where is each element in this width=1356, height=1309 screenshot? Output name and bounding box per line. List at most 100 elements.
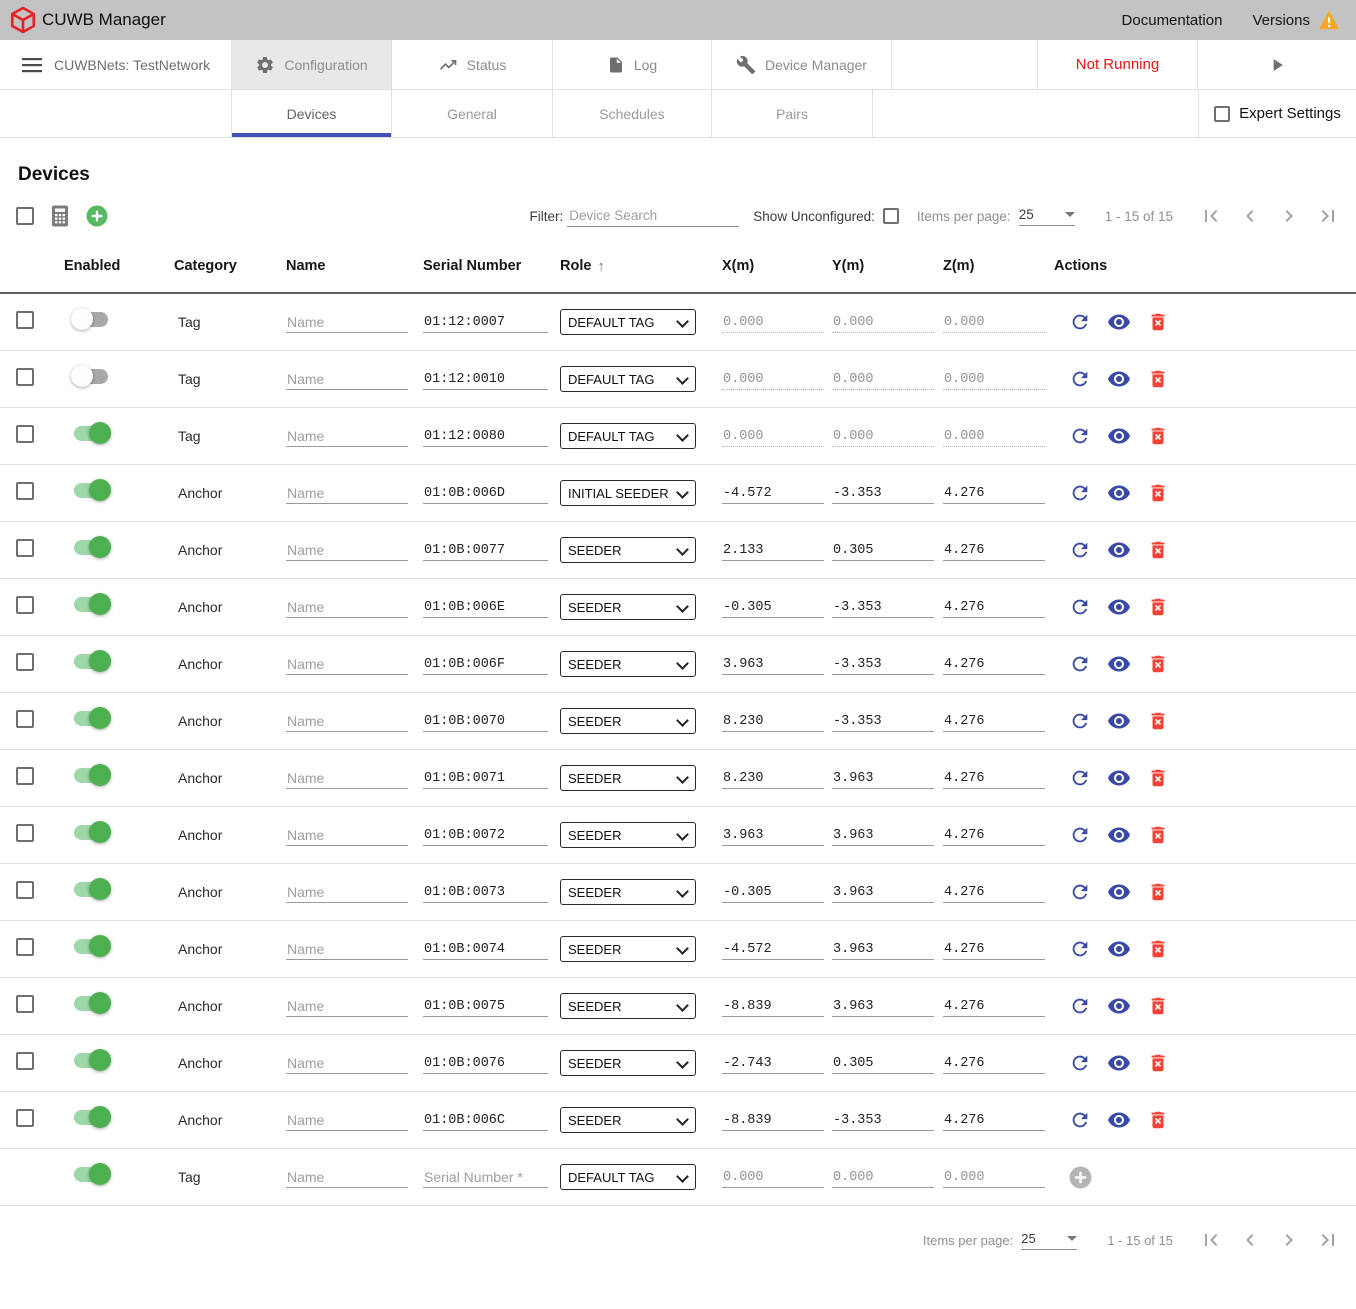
serial-input[interactable] [423, 370, 548, 390]
previous-page-button[interactable] [1238, 204, 1262, 228]
y-input[interactable] [832, 940, 934, 960]
x-input[interactable] [722, 1111, 824, 1131]
serial-input[interactable] [423, 826, 548, 846]
visibility-button[interactable] [1107, 538, 1131, 562]
z-input[interactable] [943, 484, 1045, 504]
tab-log[interactable]: Log [553, 40, 712, 89]
name-input[interactable] [286, 711, 408, 732]
row-checkbox[interactable] [16, 653, 34, 671]
z-input[interactable] [943, 541, 1045, 561]
serial-input[interactable] [423, 940, 548, 960]
name-input[interactable] [286, 654, 408, 675]
subtab-general[interactable]: General [392, 90, 553, 137]
name-input[interactable] [286, 825, 408, 846]
enabled-toggle[interactable] [74, 540, 108, 555]
enabled-toggle[interactable] [74, 369, 108, 384]
start-network-button[interactable] [1198, 40, 1356, 89]
role-select[interactable]: INITIAL SEEDER [560, 480, 696, 506]
delete-button[interactable] [1146, 1051, 1170, 1075]
delete-button[interactable] [1146, 994, 1170, 1018]
previous-page-button[interactable] [1238, 1228, 1262, 1252]
visibility-button[interactable] [1107, 310, 1131, 334]
y-input[interactable] [832, 655, 934, 675]
role-select[interactable]: DEFAULT TAG [560, 366, 696, 392]
confirm-add-button[interactable] [1068, 1165, 1092, 1189]
z-input[interactable] [943, 769, 1045, 789]
subtab-devices[interactable]: Devices [232, 90, 392, 137]
row-checkbox[interactable] [16, 710, 34, 728]
row-checkbox[interactable] [16, 767, 34, 785]
z-input[interactable] [943, 655, 1045, 675]
role-select[interactable]: SEEDER [560, 651, 696, 677]
y-input[interactable] [832, 712, 934, 732]
visibility-button[interactable] [1107, 709, 1131, 733]
name-input[interactable] [286, 597, 408, 618]
first-page-button[interactable] [1199, 204, 1223, 228]
row-checkbox[interactable] [16, 539, 34, 557]
row-checkbox[interactable] [16, 596, 34, 614]
enabled-toggle[interactable] [74, 882, 108, 897]
name-input[interactable] [286, 540, 408, 561]
z-input[interactable] [943, 826, 1045, 846]
delete-button[interactable] [1146, 595, 1170, 619]
visibility-button[interactable] [1107, 937, 1131, 961]
tab-device-manager[interactable]: Device Manager [712, 40, 892, 89]
x-input[interactable] [722, 1054, 824, 1074]
enabled-toggle[interactable] [74, 996, 108, 1011]
row-checkbox[interactable] [16, 482, 34, 500]
x-input[interactable] [722, 997, 824, 1017]
role-select[interactable]: SEEDER [560, 765, 696, 791]
visibility-button[interactable] [1107, 367, 1131, 391]
device-search-input[interactable] [567, 205, 739, 227]
enabled-toggle[interactable] [74, 654, 108, 669]
x-input[interactable] [722, 655, 824, 675]
role-select[interactable]: SEEDER [560, 708, 696, 734]
role-select[interactable]: SEEDER [560, 936, 696, 962]
items-per-page-select[interactable]: 25 [1021, 1231, 1077, 1250]
serial-input[interactable] [423, 997, 548, 1017]
y-input[interactable] [832, 997, 934, 1017]
next-page-button[interactable] [1277, 1228, 1301, 1252]
show-unconfigured-checkbox[interactable] [883, 208, 899, 224]
z-input[interactable] [943, 598, 1045, 618]
serial-input[interactable] [423, 427, 548, 447]
documentation-link[interactable]: Documentation [1122, 12, 1223, 29]
enabled-toggle[interactable] [74, 825, 108, 840]
serial-input[interactable] [423, 655, 548, 675]
role-select[interactable]: SEEDER [560, 1107, 696, 1133]
last-page-button[interactable] [1316, 204, 1340, 228]
subtab-schedules[interactable]: Schedules [553, 90, 712, 137]
row-checkbox[interactable] [16, 1109, 34, 1127]
y-input[interactable] [832, 1054, 934, 1074]
first-page-button[interactable] [1199, 1228, 1223, 1252]
refresh-button[interactable] [1068, 538, 1092, 562]
name-input[interactable] [286, 369, 408, 390]
x-input[interactable] [722, 712, 824, 732]
y-input[interactable] [832, 769, 934, 789]
tab-status[interactable]: Status [392, 40, 553, 89]
name-input[interactable] [286, 1110, 408, 1131]
row-checkbox[interactable] [16, 938, 34, 956]
network-selector[interactable]: CUWBNets: TestNetwork [0, 40, 232, 89]
enabled-toggle[interactable] [74, 1053, 108, 1068]
last-page-button[interactable] [1316, 1228, 1340, 1252]
delete-button[interactable] [1146, 538, 1170, 562]
visibility-button[interactable] [1107, 595, 1131, 619]
serial-input[interactable] [423, 1111, 548, 1131]
z-input[interactable] [943, 997, 1045, 1017]
visibility-button[interactable] [1107, 652, 1131, 676]
refresh-button[interactable] [1068, 880, 1092, 904]
serial-input[interactable] [423, 1054, 548, 1074]
serial-input[interactable] [423, 541, 548, 561]
role-select[interactable]: SEEDER [560, 879, 696, 905]
refresh-button[interactable] [1068, 652, 1092, 676]
visibility-button[interactable] [1107, 1051, 1131, 1075]
row-checkbox[interactable] [16, 824, 34, 842]
select-all-checkbox[interactable] [16, 207, 34, 225]
x-input[interactable] [722, 769, 824, 789]
name-input[interactable] [286, 939, 408, 960]
role-select[interactable]: DEFAULT TAG [560, 423, 696, 449]
delete-button[interactable] [1146, 709, 1170, 733]
role-select[interactable]: SEEDER [560, 537, 696, 563]
name-input[interactable] [286, 426, 408, 447]
